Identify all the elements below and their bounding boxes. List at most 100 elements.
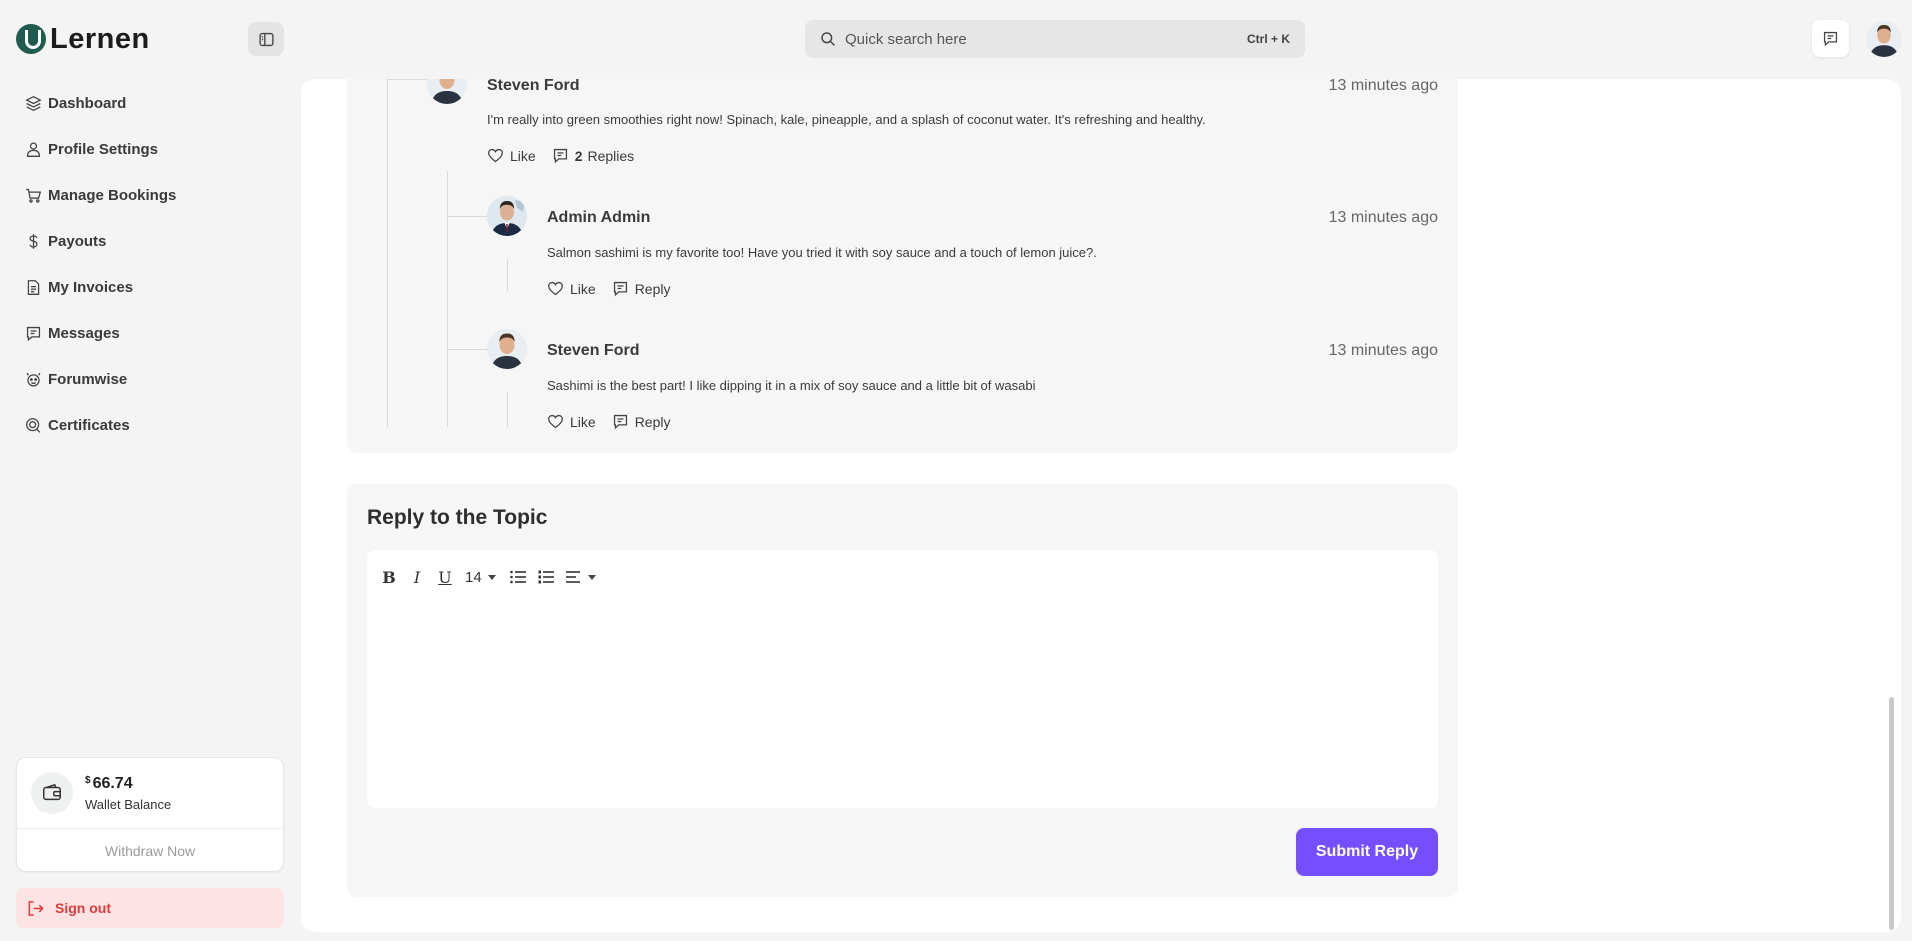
sidebar-item-label: Dashboard [48, 94, 127, 112]
chevron-down-icon [587, 574, 596, 580]
sidebar-item-forumwise[interactable]: Forumwise [24, 356, 284, 402]
comment-avatar [487, 196, 527, 236]
bold-button[interactable]: B [381, 568, 397, 587]
like-button[interactable]: Like [547, 413, 596, 430]
sidebar-item-label: Manage Bookings [48, 186, 177, 204]
layers-icon [24, 94, 42, 112]
wallet-card: $66.74 Wallet Balance Withdraw Now [16, 757, 284, 872]
chevron-down-icon [487, 574, 496, 580]
reply-title: Reply to the Topic [367, 506, 548, 529]
reply-textarea[interactable] [381, 600, 1424, 794]
search-input[interactable] [845, 30, 1247, 48]
logo[interactable]: Lernen [16, 22, 150, 56]
rich-text-editor: B I U 14 [367, 550, 1438, 808]
heart-icon [488, 148, 503, 163]
comment-author[interactable]: Steven Ford [487, 79, 579, 95]
italic-button[interactable]: I [409, 568, 425, 587]
reply-label: Reply [634, 280, 671, 297]
comment-time: 13 minutes ago [1328, 209, 1438, 226]
logo-icon [16, 24, 46, 54]
thread-connector [387, 79, 427, 80]
bullet-list-icon [509, 570, 526, 584]
sidebar-item-profile-settings[interactable]: Profile Settings [24, 126, 284, 172]
chat-icon [1823, 31, 1838, 47]
comment-time: 13 minutes ago [1328, 79, 1438, 94]
thread-connector [447, 171, 448, 427]
bullet-list-button[interactable] [509, 570, 526, 584]
align-left-icon [565, 571, 580, 583]
numbered-list-icon [538, 570, 554, 584]
like-button[interactable]: Like [547, 280, 596, 297]
heart-icon [548, 281, 563, 296]
comment-text: I'm really into green smoothies right no… [487, 112, 1206, 127]
sidebar-nav: Dashboard Profile Settings Manage Bookin… [24, 80, 284, 448]
wallet-icon [31, 772, 73, 814]
comment-actions: Like Reply [547, 280, 686, 297]
comment-text: Sashimi is the best part! I like dipping… [547, 378, 1036, 393]
dollar-icon [24, 232, 42, 250]
comment-actions: Like Reply [547, 413, 686, 430]
user-avatar[interactable] [1866, 21, 1902, 57]
withdraw-now-button[interactable]: Withdraw Now [17, 829, 283, 872]
underline-button[interactable]: U [437, 568, 453, 587]
sidebar-item-label: Profile Settings [48, 140, 159, 158]
sign-out-icon [28, 900, 44, 916]
messages-button[interactable] [1812, 20, 1849, 57]
wallet-currency: $ [85, 774, 91, 786]
comment-avatar [487, 329, 527, 369]
forum-icon [24, 370, 42, 388]
comment-actions: Like 2 Replies [487, 147, 650, 164]
thread-connector [447, 216, 487, 217]
comment-avatar [427, 79, 467, 104]
sidebar-item-label: Payouts [48, 232, 107, 250]
numbered-list-button[interactable] [538, 570, 554, 584]
replies-button[interactable]: 2 Replies [552, 147, 634, 164]
sign-out-button[interactable]: Sign out [16, 888, 284, 928]
wallet-summary: $66.74 Wallet Balance [17, 758, 283, 829]
sidebar-toggle-button[interactable] [248, 22, 284, 56]
search-icon [821, 32, 835, 46]
comment-icon [553, 148, 567, 164]
wallet-info: $66.74 Wallet Balance [85, 775, 171, 812]
avatar-image [1866, 21, 1902, 57]
search-bar[interactable]: Ctrl + K [805, 20, 1305, 58]
sidebar-item-label: Certificates [48, 416, 130, 434]
submit-reply-button[interactable]: Submit Reply [1296, 828, 1438, 876]
sidebar-item-label: Messages [48, 324, 120, 342]
reply-button[interactable]: Reply [612, 280, 671, 297]
comment-author[interactable]: Admin Admin [547, 209, 650, 227]
sidebar-item-my-invoices[interactable]: My Invoices [24, 264, 284, 310]
user-icon [24, 140, 42, 158]
reply-label: Reply [634, 413, 671, 430]
replies-count: 2 [574, 147, 583, 164]
thread-connector [387, 79, 388, 427]
heart-icon [548, 414, 563, 429]
scrollbar[interactable] [1889, 697, 1894, 930]
message-icon [24, 324, 42, 342]
reply-form: Reply to the Topic B I U 14 Submit Reply [347, 484, 1458, 897]
main-content: Steven Ford 13 minutes ago I'm really in… [301, 79, 1901, 932]
sidebar-item-label: My Invoices [48, 278, 134, 296]
editor-toolbar: B I U 14 [381, 566, 608, 588]
like-label: Like [570, 280, 596, 297]
sidebar-item-payouts[interactable]: Payouts [24, 218, 284, 264]
font-size-select[interactable]: 14 [465, 569, 496, 586]
thread-connector [447, 349, 487, 350]
sign-out-label: Sign out [55, 900, 111, 916]
like-button[interactable]: Like [487, 147, 536, 164]
comment-thread: Steven Ford 13 minutes ago I'm really in… [347, 79, 1458, 453]
logo-text: Lernen [50, 22, 150, 55]
certificate-icon [24, 416, 42, 434]
like-label: Like [510, 147, 536, 164]
reply-button[interactable]: Reply [612, 413, 671, 430]
comment-author[interactable]: Steven Ford [547, 342, 639, 360]
cart-icon [24, 186, 42, 204]
comment-text: Salmon sashimi is my favorite too! Have … [547, 245, 1097, 260]
thread-connector [507, 392, 508, 427]
sidebar-item-certificates[interactable]: Certificates [24, 402, 284, 448]
sidebar-item-manage-bookings[interactable]: Manage Bookings [24, 172, 284, 218]
sidebar-item-dashboard[interactable]: Dashboard [24, 80, 284, 126]
wallet-balance-value: 66.74 [92, 774, 133, 792]
sidebar-item-messages[interactable]: Messages [24, 310, 284, 356]
align-select[interactable] [565, 570, 596, 584]
